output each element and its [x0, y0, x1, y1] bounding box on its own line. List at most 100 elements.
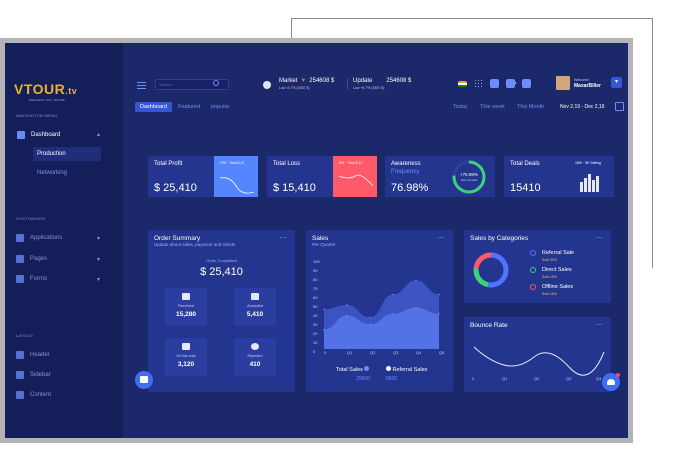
stat-value: $ 15,410 [273, 182, 316, 194]
search-icon[interactable] [213, 80, 219, 86]
categories-panel: Sales by Categories ⋯ Referral Sale Sold… [464, 230, 611, 303]
nav-menu-heading: NAVIGATION MENU [16, 113, 58, 118]
apps-grid-icon[interactable] [474, 79, 483, 88]
order-completed-value: $ 25,410 [200, 266, 243, 278]
info-icon [386, 366, 391, 371]
tile-label: Rejected [247, 354, 263, 358]
brand-tagline: ENHANCE | PAY | SCORE [29, 98, 65, 102]
sales-data-point [392, 293, 394, 296]
x-tick: 0 [472, 376, 475, 381]
tab-dashboard[interactable]: Dashboard [135, 102, 172, 112]
support-button[interactable] [602, 373, 620, 391]
awareness-ring [452, 160, 486, 194]
stat-card-deals: Total Deals 15410 18% · 5K Selling [504, 156, 614, 197]
user-menu-chevron-icon[interactable]: ▾ [611, 77, 622, 88]
sales-panel: Sales Per Quarter ⋯ 100 90 80 70 60 50 40 30 20 1… [306, 230, 453, 392]
sales-data-point [438, 313, 440, 315]
more-icon[interactable]: ⋯ [280, 234, 288, 242]
content-icon [16, 391, 24, 399]
messages-icon[interactable] [522, 79, 531, 88]
tile-value: 5,410 [246, 311, 264, 318]
sidebar-item-content[interactable]: Content [16, 391, 51, 399]
sidebar-item-pages[interactable]: Pages [16, 255, 47, 263]
market-sub: Low -6.7% (3487 $) [279, 86, 310, 90]
date-range[interactable]: Nov 2,19 - Dec 2,19 [560, 104, 604, 110]
more-icon[interactable]: ⋯ [596, 234, 604, 242]
tile-value: 3,120 [177, 361, 195, 368]
stat-card-profit: Total Profit $ 25,410 +3% · Total $ 12 [148, 156, 258, 197]
chevron-up-icon[interactable]: ▴ [97, 131, 100, 138]
update-label: Update [353, 78, 373, 84]
sidebar-item-label: Applications [30, 235, 63, 241]
forms-icon [16, 275, 24, 283]
sidebar-item-label: Forms [30, 276, 47, 282]
brand-logo[interactable]: VTOUR.tv [14, 81, 77, 97]
tile-value: 410 [249, 361, 261, 368]
sidebar-item-label: Dashboard [31, 132, 61, 138]
order-summary-panel: Order Summary Update about sales, paymen… [148, 230, 295, 392]
update-ticker: Update▲254608 $ [353, 78, 518, 86]
customized-heading: CUSTOMIZED [16, 216, 46, 221]
sidebar-item-applications[interactable]: Applications [16, 234, 62, 242]
chevron-down-icon[interactable]: ▾ [97, 235, 100, 242]
deals-mini-chart: 18% · 5K Selling [570, 156, 614, 197]
sidebar-item-forms[interactable]: Forms [16, 275, 47, 283]
range-this-month[interactable]: This Month [517, 104, 544, 110]
sales-data-point [323, 308, 325, 310]
x-tick: Q1 [502, 376, 508, 381]
x-tick: Q3 [566, 376, 572, 381]
menu-icon[interactable] [137, 82, 146, 89]
sidebar-icon [16, 371, 24, 379]
top-icons [458, 79, 531, 88]
stat-card-awareness: Awareness Frequency 76.98% +75.98% New V… [385, 156, 495, 197]
avatar[interactable] [556, 76, 570, 90]
rejected-icon [251, 343, 259, 350]
sidebar-item-header[interactable]: Header [16, 351, 50, 359]
divider [347, 78, 348, 90]
legend-label: Direct Sales [542, 267, 572, 273]
calendar-icon[interactable] [615, 102, 624, 111]
brand-suffix: .tv [65, 86, 78, 96]
applications-icon [16, 234, 24, 242]
deals-bars [580, 174, 599, 192]
tile-rejected[interactable]: Rejected 410 [234, 338, 276, 376]
chevron-down-icon[interactable]: ▾ [97, 256, 100, 263]
sales-data-point [346, 314, 348, 317]
referral-sales-value: 6500 [386, 376, 398, 382]
chevron-down-icon[interactable]: ▾ [97, 276, 100, 283]
range-today[interactable]: Today [453, 104, 468, 110]
loss-mini-chart: -5% · Total $ 12 [333, 156, 377, 197]
chat-icon [140, 376, 148, 383]
down-arrow-icon: ▼ [300, 78, 307, 84]
tab-popular[interactable]: popular [211, 104, 229, 110]
tile-received[interactable]: Received 15,280 [165, 288, 207, 326]
stat-title: Total Loss [273, 161, 301, 167]
sidebar-item-sidebar[interactable]: Sidebar [16, 371, 51, 379]
sales-data-point [438, 293, 440, 296]
profit-mini-chart: +3% · Total $ 12 [214, 156, 258, 197]
tab-featured[interactable]: Featured [178, 104, 200, 110]
ring-value: +75.98% [460, 172, 478, 177]
chat-button[interactable] [135, 371, 153, 389]
tile-accepted[interactable]: Accepted 5,410 [234, 288, 276, 326]
range-this-week[interactable]: This week [480, 104, 505, 110]
globe-icon [263, 81, 271, 89]
total-sales-value: 25600 [356, 376, 370, 382]
stat-title: Total Profit [154, 161, 183, 167]
sidebar-item-production[interactable]: Production [33, 147, 101, 161]
layout-heading: LAYOUT [16, 333, 34, 338]
referral-sales-label: Referral Sales [386, 366, 427, 373]
order-completed-label: Order Completed [206, 258, 237, 263]
tile-value: 15,280 [176, 311, 196, 318]
notifications-icon[interactable] [506, 79, 515, 88]
tile-on-the-way[interactable]: On the way 3,120 [165, 338, 207, 376]
mail-icon[interactable] [490, 79, 499, 88]
sidebar-item-networking[interactable]: Networking [37, 170, 67, 176]
sidebar-item-label: Sidebar [30, 372, 51, 378]
tile-label: Received [178, 304, 194, 308]
flag-icon[interactable] [458, 80, 467, 87]
sales-area-chart [323, 279, 440, 349]
welcome-text: Welcome, [574, 78, 590, 82]
sidebar: VTOUR.tv ENHANCE | PAY | SCORE NAVIGATIO… [5, 43, 123, 438]
total-sales-text: Total Sales [336, 367, 363, 373]
